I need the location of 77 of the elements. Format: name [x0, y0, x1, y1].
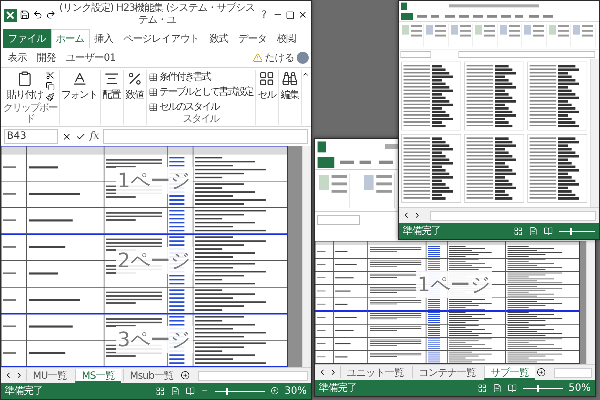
percent-icon: [126, 71, 143, 87]
name-box[interactable]: B43: [4, 129, 58, 144]
status-text: 準備完了: [5, 384, 43, 398]
next-sheet-icon: [15, 371, 24, 380]
undo-icon: [33, 10, 43, 20]
close-icon: [298, 10, 308, 20]
copy-icon: [46, 82, 55, 91]
clipboard-icon: [16, 71, 33, 87]
font-icon: [72, 71, 88, 87]
previous-sheet-icon: [402, 211, 411, 220]
table-icon: [148, 103, 158, 112]
ribbon-tab[interactable]: ファイル: [3, 29, 51, 48]
vertical-scrollbar[interactable]: [590, 59, 599, 207]
account-name[interactable]: たける: [265, 50, 295, 64]
page-layout-icon: [170, 386, 180, 396]
cancel-icon: [62, 132, 72, 142]
page-number-label: 1ページ: [416, 271, 492, 298]
ribbon-tab[interactable]: ホーム: [51, 29, 90, 48]
zoom-percent[interactable]: 50%: [568, 382, 591, 394]
ribbon-menu-button[interactable]: 条件付き書式: [148, 71, 254, 84]
grid-icon: [259, 71, 276, 87]
insert-function-button[interactable]: fx: [90, 131, 100, 142]
paste-button[interactable]: 貼り付け: [6, 70, 44, 103]
zoom-percent[interactable]: 30%: [284, 386, 307, 396]
vertical-scrollbar[interactable]: [586, 241, 595, 364]
page-number-label: 2ページ: [116, 247, 193, 274]
ribbon-menu-button[interactable]: セルのスタイル: [148, 101, 254, 114]
vertical-scrollbar[interactable]: [302, 146, 311, 367]
redo-icon: [46, 10, 56, 20]
page-layout-icon: [492, 384, 502, 392]
warning-icon: [253, 52, 263, 62]
formula-field[interactable]: [103, 129, 308, 144]
horizontal-scrollbar[interactable]: [554, 368, 592, 378]
cut-icon: [46, 71, 55, 80]
normal-view-icon: [478, 384, 487, 392]
page-number-label: 1ページ: [116, 168, 193, 195]
horizontal-scrollbar[interactable]: [430, 210, 596, 220]
help-button[interactable]: ?: [258, 10, 270, 20]
avatar: [297, 52, 309, 64]
next-sheet-icon: [329, 368, 338, 377]
page-layout-icon: [529, 226, 538, 236]
normal-view-icon: [156, 386, 165, 396]
status-text: 準備完了: [403, 224, 441, 238]
add-sheet-icon: [537, 368, 546, 377]
spreadsheet-app-icon: [4, 8, 17, 22]
group-label: スタイル: [182, 114, 220, 125]
previous-sheet-icon: [318, 368, 327, 377]
add-sheet-icon: [181, 371, 190, 380]
paintbrush-icon: [46, 93, 55, 102]
save-icon: [20, 10, 30, 20]
enter-icon: [76, 132, 86, 142]
sheet-tab[interactable]: サブ一覧: [484, 366, 535, 380]
align-center-icon: [104, 71, 120, 87]
table-icon: [148, 73, 158, 82]
window-title: (リンク設定) H23機能集 (システム・サブシステム・ユ: [59, 3, 256, 27]
page-break-preview-icon: [186, 386, 195, 396]
table-icon: [148, 88, 158, 97]
sheet-tab[interactable]: MS一覧: [74, 368, 121, 382]
ribbon-button[interactable]: 配置: [102, 70, 122, 103]
zoom-in-icon: [270, 387, 279, 395]
status-text: 準備完了: [319, 382, 357, 395]
ribbon-button[interactable]: セル: [257, 70, 278, 103]
maximize-icon: [286, 10, 295, 20]
page-break-preview-icon: [544, 226, 553, 236]
ribbon-button[interactable]: フォント: [60, 70, 99, 103]
ribbon-button[interactable]: 編集: [280, 70, 300, 103]
horizontal-scrollbar[interactable]: [198, 370, 308, 380]
collapse-ribbon-icon: [302, 70, 310, 79]
ribbon-menu-button[interactable]: テーブルとして書式設定: [148, 86, 254, 99]
previous-sheet-icon: [4, 371, 13, 380]
page-break-preview-icon: [508, 384, 517, 392]
page-number-label: 3ページ: [116, 326, 193, 354]
group-label: クリップボード: [3, 103, 58, 125]
binoculars-icon: [282, 71, 298, 87]
next-sheet-icon: [413, 211, 422, 220]
ribbon-button[interactable]: 数値: [124, 70, 145, 103]
normal-view-icon: [514, 226, 523, 236]
